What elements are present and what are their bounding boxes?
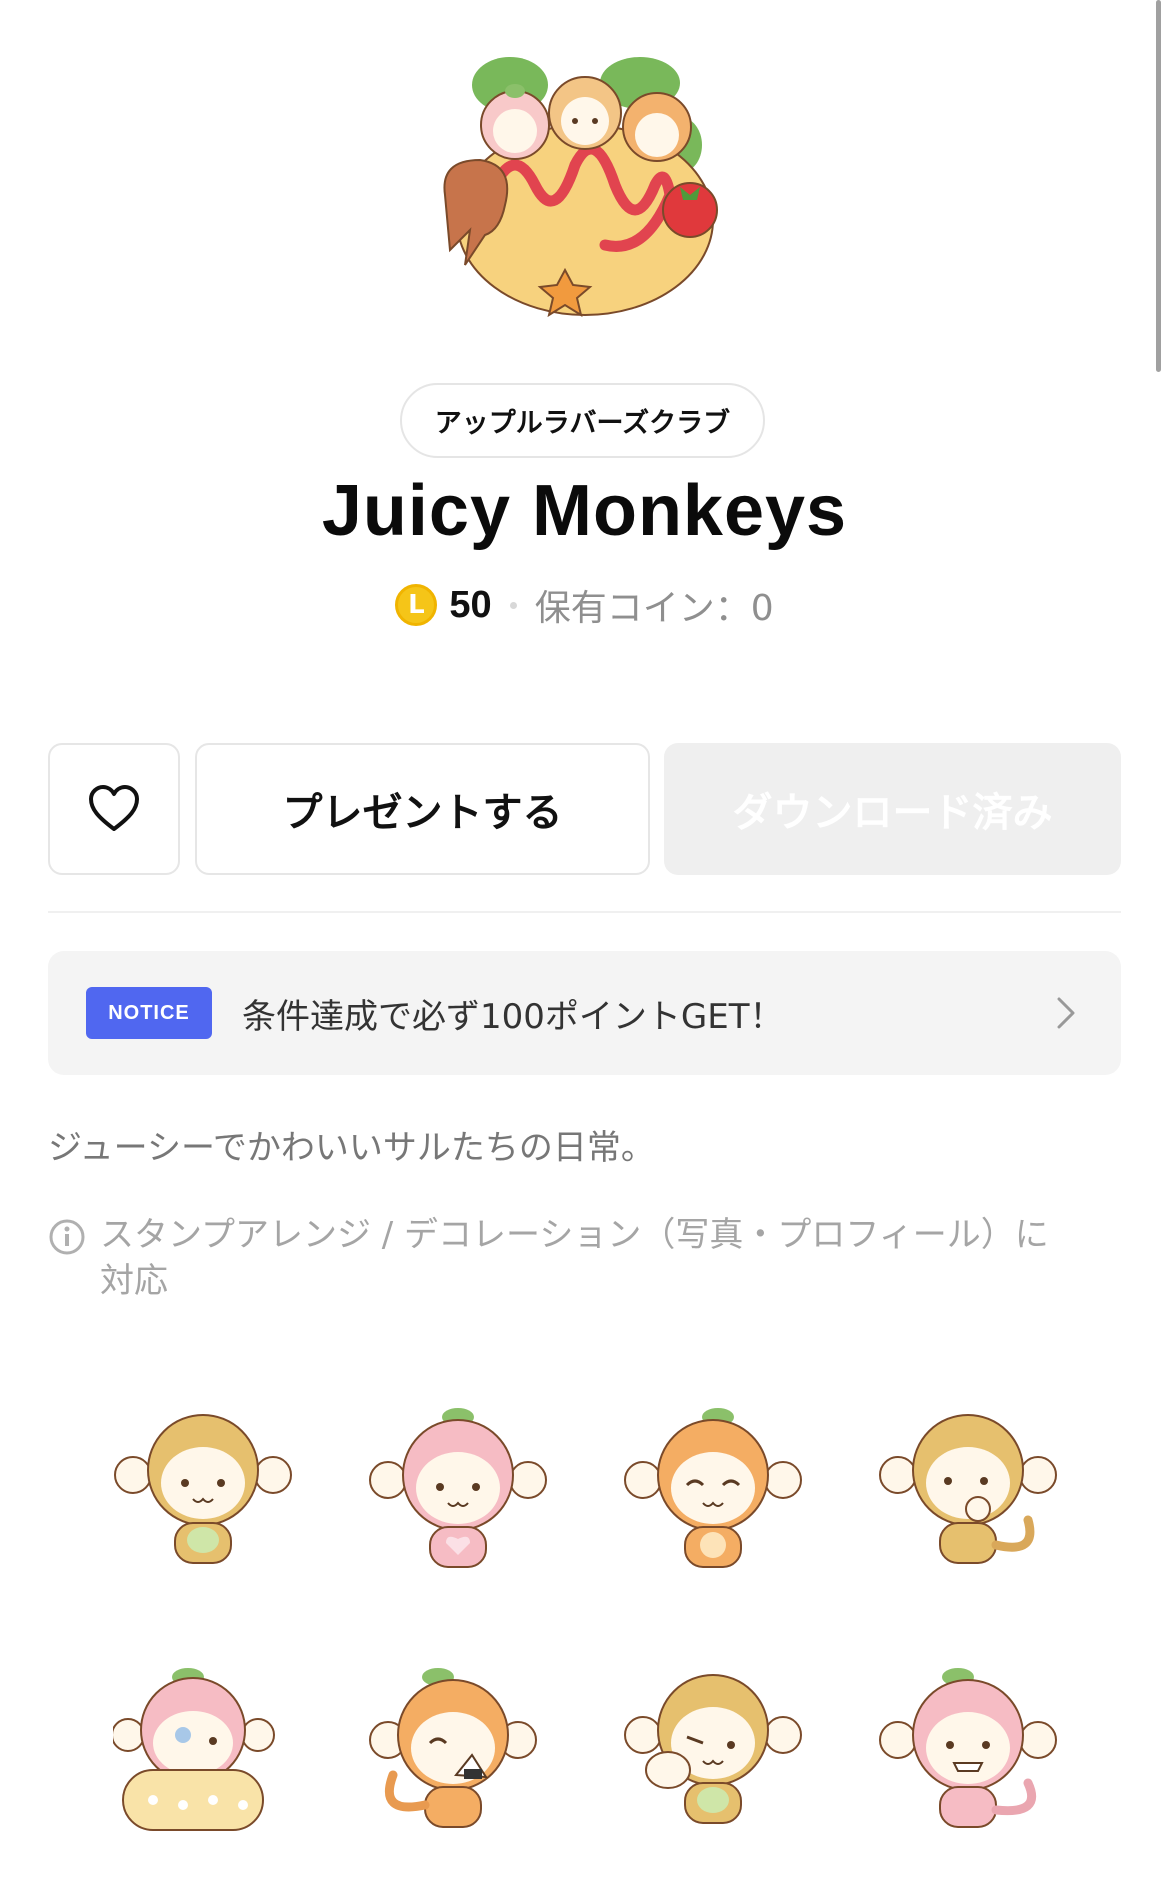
- downloaded-button[interactable]: ダウンロード済み: [664, 743, 1121, 875]
- sticker-main-image: [443, 57, 718, 318]
- info-icon: [49, 1219, 85, 1255]
- sticker-item[interactable]: [585, 1360, 840, 1620]
- sticker-item[interactable]: [585, 1620, 840, 1880]
- notice-badge: NOTICE: [86, 987, 212, 1039]
- price-amount: 50: [449, 583, 492, 626]
- divider: [48, 911, 1121, 913]
- separator-dot: [509, 601, 517, 609]
- owned-coins: 保有コイン：0: [534, 588, 774, 629]
- monkey-sticker-icon: [623, 1408, 802, 1568]
- feature-info-line2: 対応: [100, 1261, 168, 1301]
- favorite-button[interactable]: [48, 743, 180, 875]
- sticker-title: Juicy Monkeys: [321, 471, 848, 551]
- sticker-item[interactable]: [330, 1360, 585, 1620]
- price-row: L 50 保有コイン：0: [0, 580, 1169, 630]
- heart-icon: [89, 785, 139, 831]
- sticker-item[interactable]: [840, 1360, 1095, 1620]
- monkey-sticker-icon: [368, 1668, 537, 1828]
- notice-banner[interactable]: NOTICE 条件達成で必ず100ポイントGET！: [48, 951, 1121, 1075]
- page-scrollbar[interactable]: [1156, 0, 1161, 372]
- monkey-sticker-icon: [878, 1668, 1057, 1828]
- monkey-sticker-icon: [878, 1414, 1057, 1564]
- creator-link[interactable]: アップルラバーズクラブ: [400, 383, 765, 458]
- feature-info-text: スタンプアレンジ / デコレーション（写真・プロフィール）に 対応: [100, 1212, 1049, 1304]
- sticker-item[interactable]: [330, 1620, 585, 1880]
- present-button[interactable]: プレゼントする: [195, 743, 650, 875]
- sticker-grid: [75, 1360, 1095, 1880]
- monkey-sticker-icon: [623, 1674, 802, 1824]
- monkey-sticker-icon: [112, 1668, 275, 1831]
- sticker-item[interactable]: [75, 1620, 330, 1880]
- monkey-sticker-icon: [113, 1414, 292, 1564]
- feature-info-line1: スタンプアレンジ / デコレーション（写真・プロフィール）に: [100, 1215, 1049, 1255]
- notice-text: 条件達成で必ず100ポイントGET！: [242, 996, 784, 1037]
- chevron-right-icon: [1057, 997, 1075, 1029]
- sticker-item[interactable]: [75, 1360, 330, 1620]
- monkey-sticker-icon: [368, 1408, 547, 1568]
- sticker-item[interactable]: [840, 1620, 1095, 1880]
- line-coin-icon: L: [395, 584, 438, 626]
- feature-info: スタンプアレンジ / デコレーション（写真・プロフィール）に 対応: [48, 1212, 1121, 1304]
- sticker-description: ジューシーでかわいいサルたちの日常。: [48, 1128, 655, 1168]
